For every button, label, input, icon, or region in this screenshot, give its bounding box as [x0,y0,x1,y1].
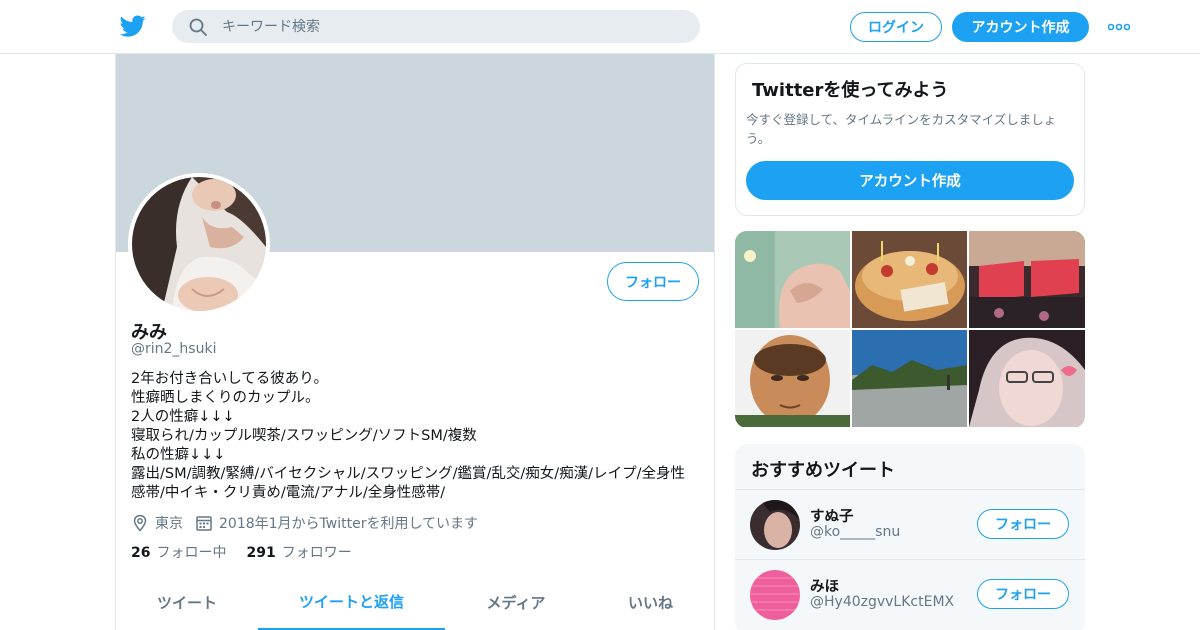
more-dots-icon[interactable] [1108,22,1130,32]
profile-avatar[interactable] [128,173,270,315]
signup-card: Twitterを使ってみよう 今すぐ登録して、タイムラインをカスタマイズしましょ… [735,63,1085,216]
signup-card-title: Twitterを使ってみよう [752,80,949,101]
following-stat[interactable]: 26 フォロー中 [131,542,226,562]
login-button[interactable]: ログイン [850,12,942,42]
media-grid [735,231,1085,428]
following-count: 26 [131,545,151,561]
bio-line: 2人の性癖↓↓↓ [131,409,235,425]
profile-tabs: ツイート ツイートと返信 メディア いいね [116,574,714,630]
recommended-user-row[interactable]: みほ @Hy40zgvvLKctEMX フォロー [735,559,1085,629]
media-thumbnail[interactable] [735,330,850,427]
followers-label: フォロワー [281,545,352,561]
bio-line: 露出/SM/調教/緊縛/バイセクシャル/スワッピング/鑑賞/乱交/痴女/痴漢/レ… [131,466,685,482]
signup-card-description: 今すぐ登録して、タイムラインをカスタマイズしましょう。 [746,112,1057,146]
follow-button[interactable]: フォロー [607,262,699,301]
profile-stats: 26 フォロー中 291 フォロワー [131,542,352,562]
media-thumbnail[interactable] [969,231,1085,328]
followers-count: 291 [246,545,276,561]
signup-card-button[interactable]: アカウント作成 [746,161,1074,200]
recommended-follow-button[interactable]: フォロー [977,509,1069,539]
recommended-user-avatar[interactable] [750,500,800,550]
recommended-follow-button[interactable]: フォロー [977,579,1069,609]
followers-stat[interactable]: 291 フォロワー [246,542,351,562]
recommended-title: おすすめツイート [751,460,895,481]
profile-bio: 2年お付き合いしてる彼あり。 性癖晒しまくりのカップル。 2人の性癖↓↓↓ 寝取… [131,370,706,503]
profile-handle[interactable]: @rin2_hsuki [131,341,216,357]
recommended-user-name[interactable]: みほ [810,575,839,596]
top-navigation-bar: ログイン アカウント作成 [0,0,1200,54]
search-input[interactable] [222,10,682,43]
media-thumbnail[interactable] [852,330,967,427]
bio-line: 私の性癖↓↓↓ [131,447,226,463]
bio-line: 2年お付き合いしてる彼あり。 [131,371,328,387]
media-thumbnail[interactable] [969,330,1085,427]
tab-tweets[interactable]: ツイート [116,574,258,630]
recommended-user-row[interactable]: すぬ子 @ko_____snu フォロー [735,489,1085,559]
tab-likes[interactable]: いいね [587,574,714,630]
bio-line: 感帯/中イキ・クリ責め/電流/アナル/全身性感帯/ [131,485,446,501]
search-icon [189,18,207,36]
profile-join-date: 2018年1月からTwitterを利用しています [219,516,479,532]
profile-column: フォロー みみ @rin2_hsuki 2年お付き合いしてる彼あり。 性癖晒しま… [115,54,715,630]
recommended-user-handle: @ko_____snu [810,524,901,540]
media-thumbnail[interactable] [735,231,850,328]
media-thumbnail[interactable] [852,231,967,328]
tab-media[interactable]: メディア [445,574,587,630]
following-label: フォロー中 [156,545,227,561]
calendar-icon [196,516,212,531]
search-box[interactable] [172,10,700,43]
bio-line: 性癖晒しまくりのカップル。 [131,390,320,406]
recommended-user-handle: @Hy40zgvvLKctEMX [810,594,955,610]
bio-line: 寝取られ/カップル喫茶/スワッピング/ソフトSM/複数 [131,428,477,444]
recommended-tweets-card: おすすめツイート すぬ子 @ko_____snu フォロー みほ @Hy40zg… [735,444,1085,630]
profile-meta: 東京 2018年1月からTwitterを利用しています [131,513,478,533]
recommended-user-avatar[interactable] [750,570,800,620]
recommended-user-name[interactable]: すぬ子 [810,505,854,526]
twitter-bird-icon[interactable] [119,13,147,39]
profile-location: 東京 [155,516,183,532]
signup-button[interactable]: アカウント作成 [952,12,1089,42]
location-pin-icon [133,514,147,532]
tab-tweets-and-replies[interactable]: ツイートと返信 [258,574,445,630]
